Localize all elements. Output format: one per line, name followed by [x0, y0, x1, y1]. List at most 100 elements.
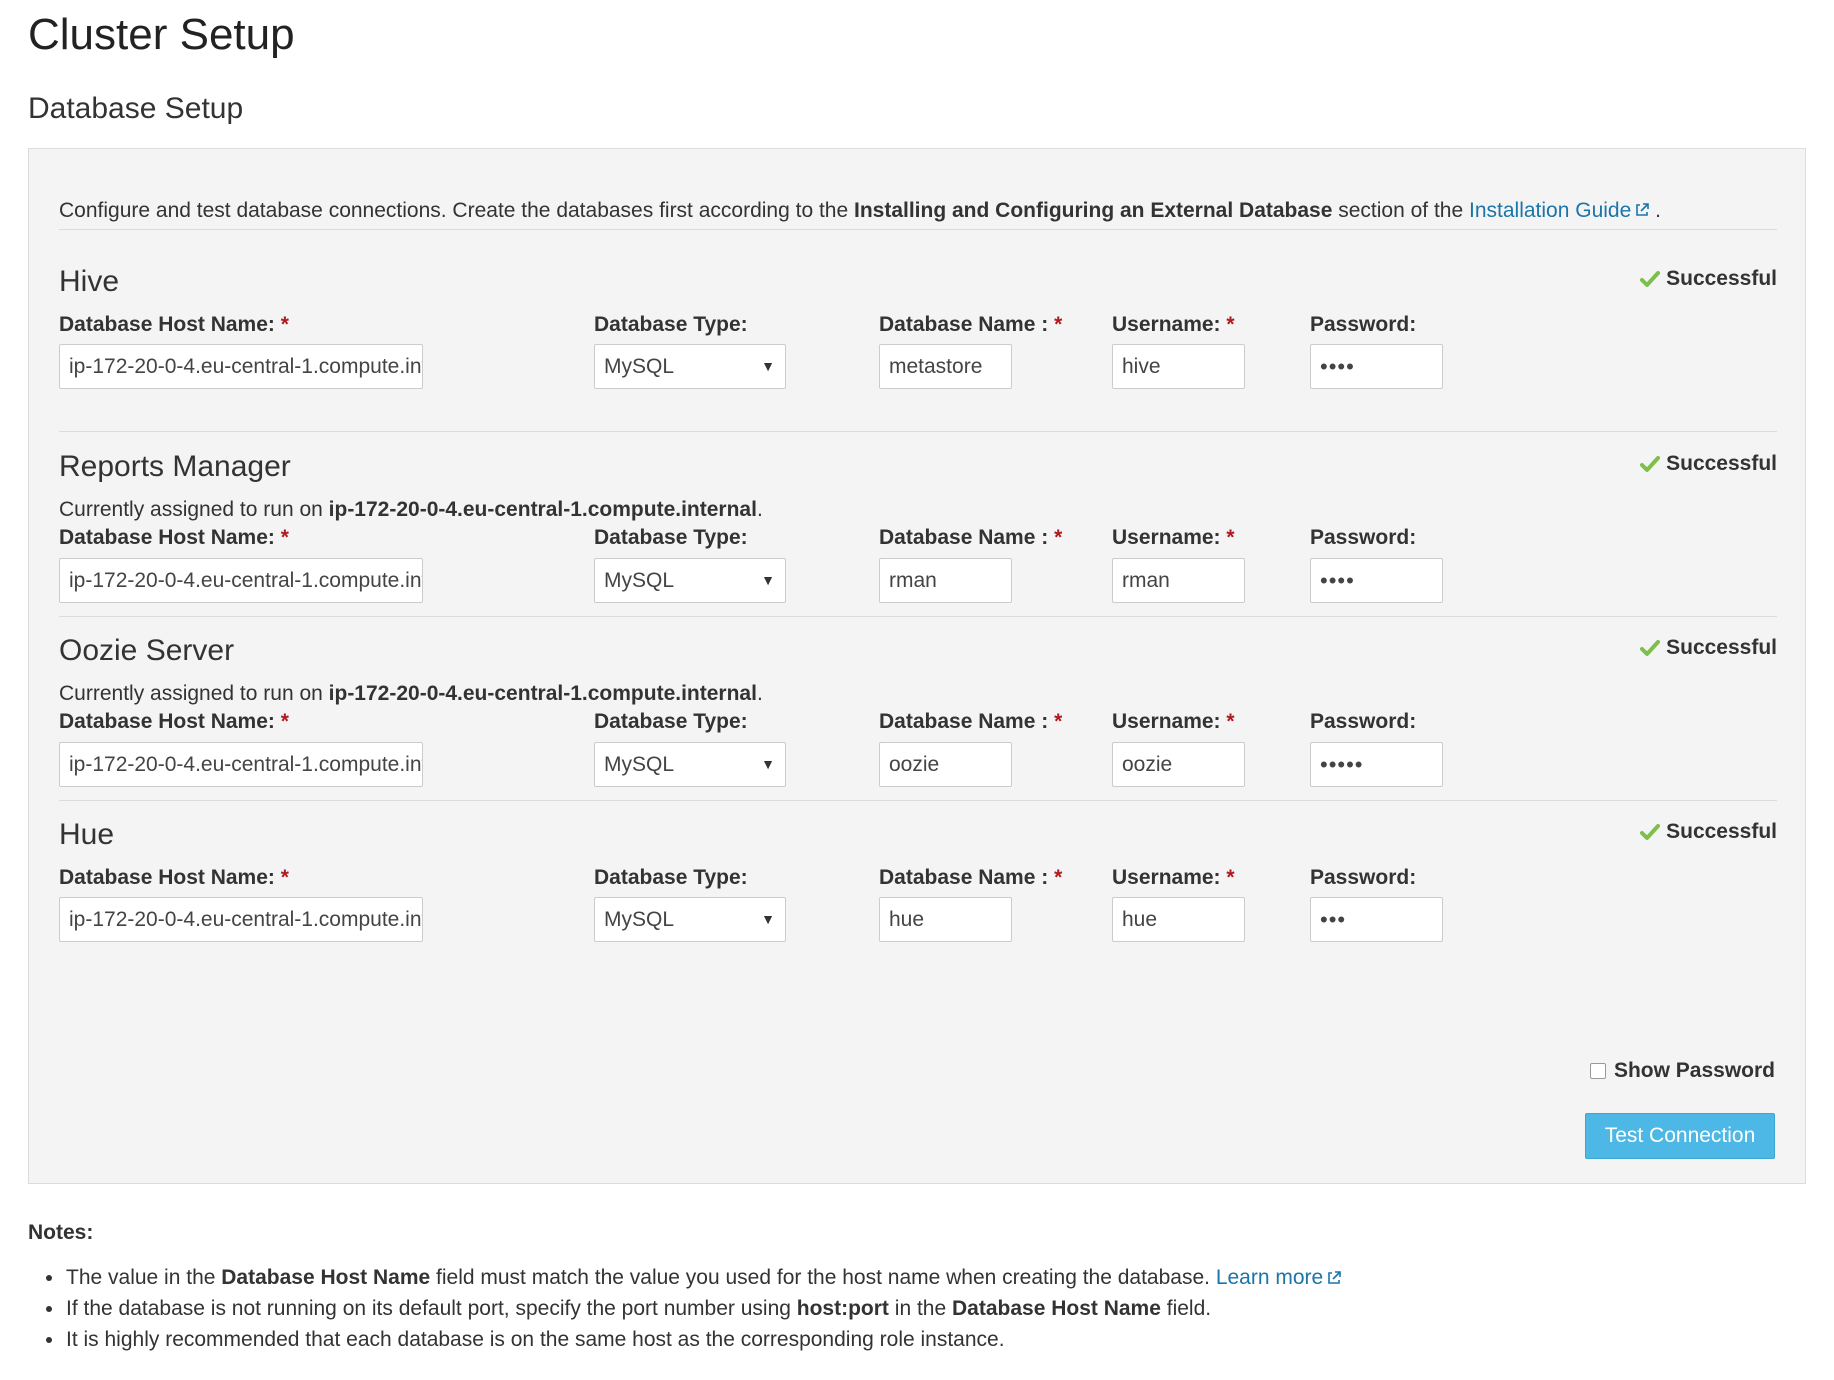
note-bold: host:port [796, 1297, 889, 1320]
installation-guide-link[interactable]: Installation Guide [1469, 199, 1631, 222]
database-name-field[interactable]: oozie [879, 742, 1012, 787]
host-label: Database Host Name: * [59, 710, 289, 734]
show-password-checkbox[interactable] [1589, 1063, 1606, 1079]
database-type-select[interactable]: MySQL ▼ [594, 742, 786, 787]
service-section-hive: Hive Successful Database Host Name: * Datab… [59, 265, 1777, 435]
divider [59, 800, 1777, 801]
status-text: Successful [1666, 452, 1777, 475]
type-label-text: Database Type: [594, 710, 748, 733]
database-type-select[interactable]: MySQL ▼ [594, 558, 786, 603]
check-icon [1640, 636, 1666, 659]
password-field[interactable]: ••••• [1310, 742, 1443, 787]
status-success: Successful [1640, 820, 1777, 844]
check-icon [1640, 267, 1666, 290]
note-text: If the database is not running on its de… [66, 1297, 797, 1320]
username-label-text: Username: [1112, 526, 1227, 549]
host-field[interactable]: ip-172-20-0-4.eu-central-1.compute.inter… [59, 742, 423, 787]
host-field-value: ip-172-20-0-4.eu-central-1.compute.inter… [69, 355, 422, 378]
type-label: Database Type: [594, 710, 748, 734]
username-field[interactable]: hue [1112, 897, 1245, 942]
password-label-text: Password: [1310, 866, 1417, 889]
type-label-text: Database Type: [594, 313, 748, 336]
status-success: Successful [1640, 636, 1777, 660]
service-section-reports-manager: Reports Manager Successful Currently assig… [59, 450, 1777, 620]
dbname-label: Database Name : * [879, 710, 1062, 734]
database-name-field-value: metastore [889, 355, 983, 378]
password-label-text: Password: [1310, 710, 1417, 733]
password-field-value: •••• [1320, 354, 1355, 379]
assigned-suffix: . [756, 682, 763, 705]
status-text: Successful [1666, 267, 1777, 290]
type-label: Database Type: [594, 866, 748, 890]
username-label: Username: * [1112, 866, 1235, 890]
username-label-text: Username: [1112, 710, 1227, 733]
password-field[interactable]: •••• [1310, 344, 1443, 389]
host-label: Database Host Name: * [59, 313, 289, 337]
divider [59, 616, 1777, 617]
database-name-field-value: rman [889, 569, 937, 592]
password-field-value: •••• [1320, 568, 1355, 593]
notes-title: Notes: [28, 1221, 94, 1244]
password-field-value: ••••• [1320, 752, 1364, 777]
required-marker: * [1226, 710, 1235, 733]
host-field-value: ip-172-20-0-4.eu-central-1.compute.inter… [69, 569, 422, 592]
database-type-select[interactable]: MySQL ▼ [594, 344, 786, 389]
intro-bold: Installing and Configuring an External D… [854, 199, 1333, 222]
password-label: Password: [1310, 710, 1416, 734]
status-text: Successful [1666, 636, 1777, 659]
database-type-select-value: MySQL [604, 355, 675, 378]
username-field[interactable]: oozie [1112, 742, 1245, 787]
show-password-label: Show Password [1613, 1059, 1775, 1082]
database-name-field-value: hue [889, 908, 925, 931]
learn-more-link[interactable]: Learn more [1216, 1266, 1323, 1289]
assigned-host-text: Currently assigned to run on ip-172-20-0… [59, 682, 763, 706]
password-field[interactable]: •••• [1310, 558, 1443, 603]
database-type-select[interactable]: MySQL ▼ [594, 897, 786, 942]
host-field[interactable]: ip-172-20-0-4.eu-central-1.compute.inter… [59, 897, 423, 942]
assigned-prefix: Currently assigned to run on [59, 682, 329, 705]
host-label: Database Host Name: * [59, 526, 289, 550]
username-field[interactable]: rman [1112, 558, 1245, 603]
note-text: in the [888, 1297, 952, 1320]
username-field-value: hive [1122, 355, 1161, 378]
database-setup-panel: Configure and test database connections.… [28, 148, 1806, 1184]
required-marker: * [280, 866, 289, 889]
host-label-text: Database Host Name: [59, 313, 281, 336]
show-password-toggle[interactable]: Show Password [1589, 1059, 1775, 1083]
password-field[interactable]: ••• [1310, 897, 1443, 942]
password-label: Password: [1310, 313, 1416, 337]
caret-down-icon: ▼ [761, 756, 775, 772]
username-field-value: oozie [1122, 753, 1173, 776]
status-text: Successful [1666, 820, 1777, 843]
service-name: Reports Manager [59, 450, 291, 483]
database-name-field[interactable]: rman [879, 558, 1012, 603]
assigned-host: ip-172-20-0-4.eu-central-1.compute.inter… [328, 498, 757, 521]
external-link-icon [1327, 1263, 1342, 1294]
test-connection-button[interactable]: Test Connection [1585, 1113, 1775, 1159]
host-field[interactable]: ip-172-20-0-4.eu-central-1.compute.inter… [59, 344, 423, 389]
username-field[interactable]: hive [1112, 344, 1245, 389]
host-label: Database Host Name: * [59, 866, 289, 890]
required-marker: * [1054, 526, 1063, 549]
password-field-value: ••• [1320, 907, 1347, 932]
host-label-text: Database Host Name: [59, 526, 281, 549]
section-title: Database Setup [28, 92, 244, 125]
database-name-field[interactable]: metastore [879, 344, 1012, 389]
check-icon [1640, 452, 1666, 475]
required-marker: * [1226, 526, 1235, 549]
service-name: Hue [59, 818, 115, 851]
dbname-label-text: Database Name : [879, 710, 1055, 733]
caret-down-icon: ▼ [761, 911, 775, 927]
database-name-field[interactable]: hue [879, 897, 1012, 942]
host-label-text: Database Host Name: [59, 710, 281, 733]
type-label: Database Type: [594, 526, 748, 550]
required-marker: * [280, 313, 289, 336]
assigned-prefix: Currently assigned to run on [59, 498, 329, 521]
dbname-label-text: Database Name : [879, 866, 1055, 889]
host-label-text: Database Host Name: [59, 866, 281, 889]
required-marker: * [1054, 313, 1063, 336]
intro-text-after: . [1649, 199, 1661, 222]
username-label: Username: * [1112, 710, 1235, 734]
password-label: Password: [1310, 866, 1416, 890]
host-field[interactable]: ip-172-20-0-4.eu-central-1.compute.inter… [59, 558, 423, 603]
